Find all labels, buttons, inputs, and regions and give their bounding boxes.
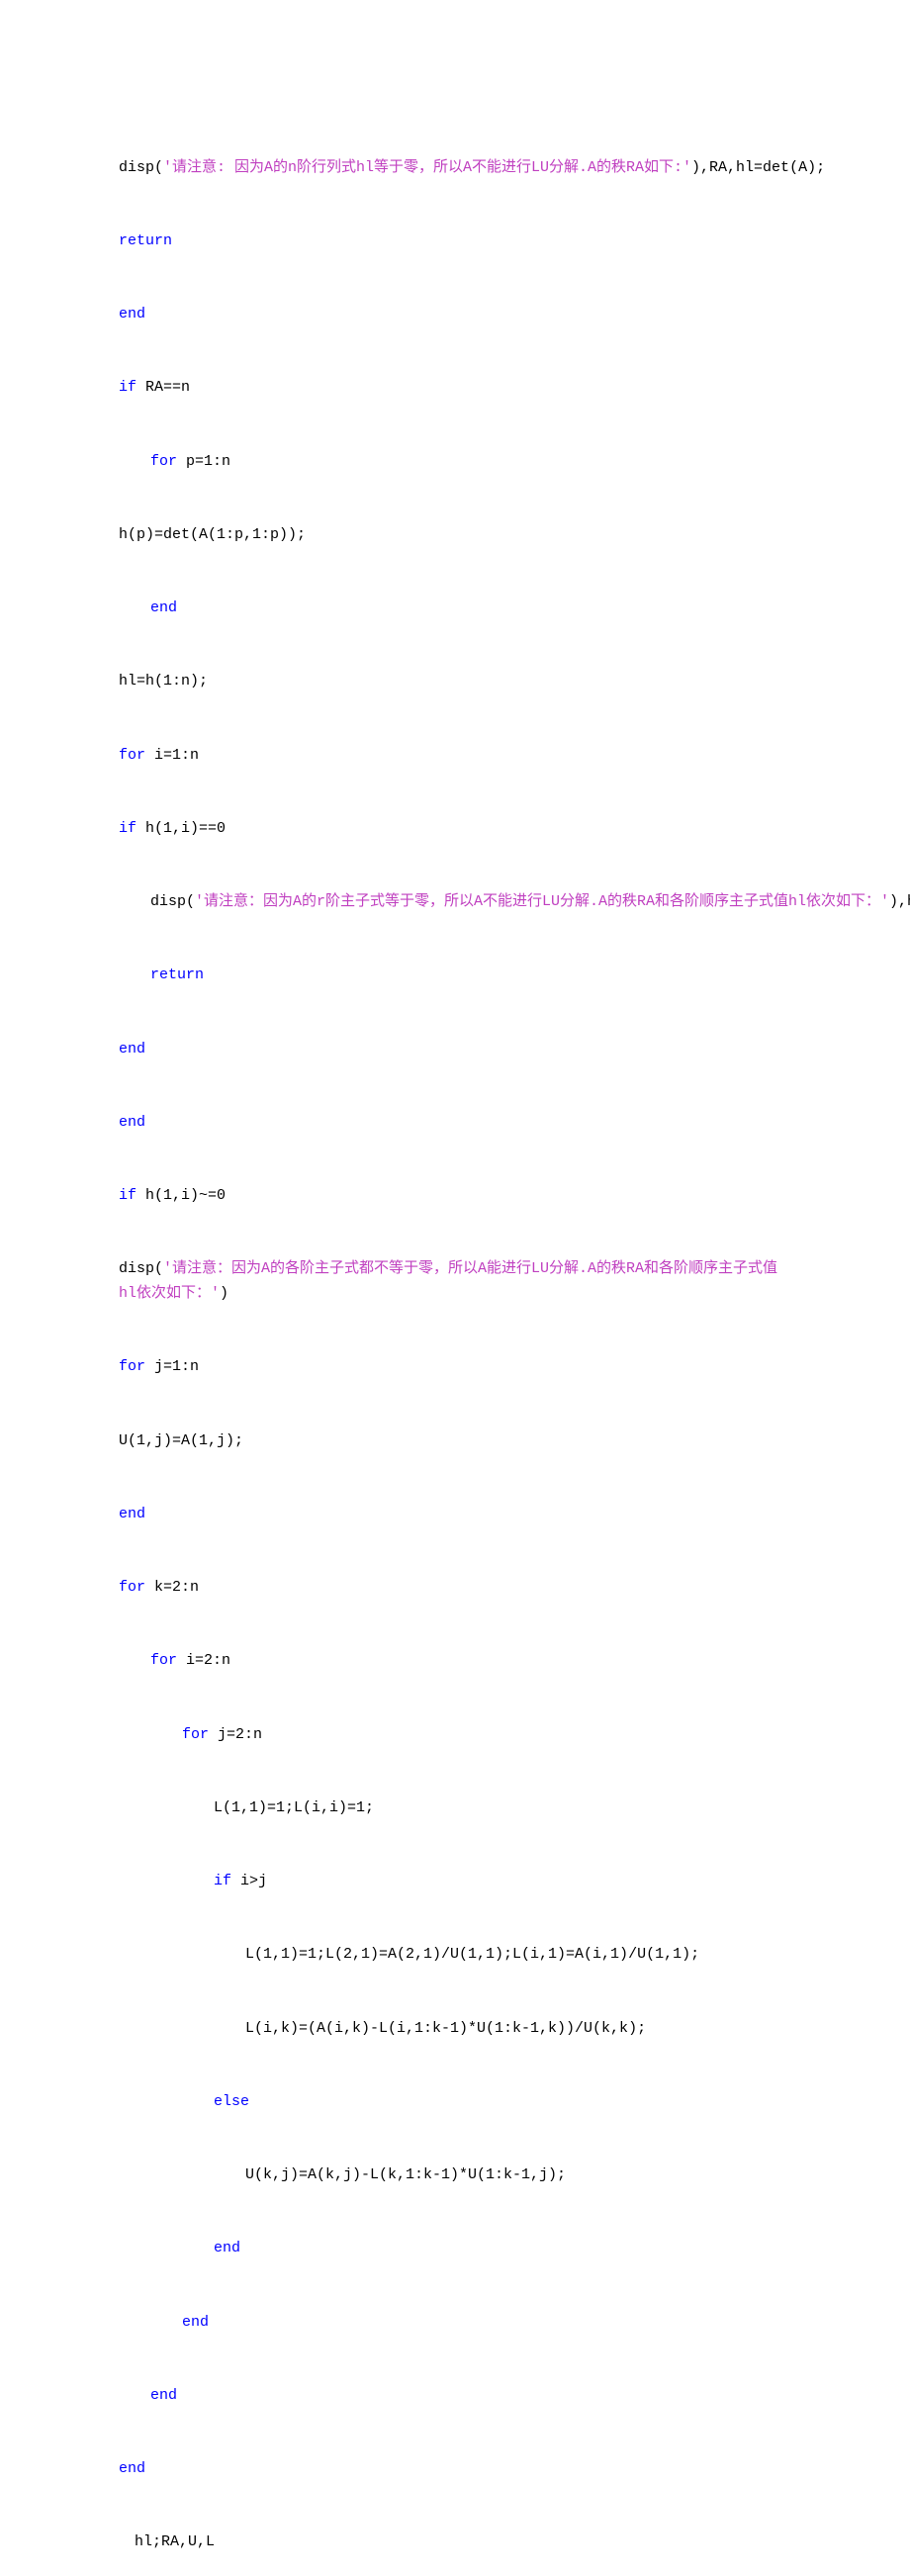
code-line: U(1,j)=A(1,j); [119,1429,791,1454]
code-line: return [119,230,791,254]
code-block: disp('请注意: 因为A的n阶行列式hl等于零，所以A不能进行LU分解.A的… [119,107,791,2576]
code-line: if RA==n [119,376,791,401]
code-line: else [119,2090,791,2115]
code-line: end [119,2311,791,2336]
code-line: disp('请注意：因为A的各阶主子式都不等于零，所以A能进行LU分解.A的秩R… [119,1257,791,1307]
code-line: for i=1:n [119,744,791,769]
code-line: for j=1:n [119,1355,791,1380]
code-line: L(i,k)=(A(i,k)-L(i,1:k-1)*U(1:k-1,k))/U(… [119,2017,791,2042]
code-line: U(k,j)=A(k,j)-L(k,1:k-1)*U(1:k-1,j); [119,2163,791,2188]
code-line: hl=h(1:n); [119,670,791,694]
code-line: end [119,1038,791,1062]
code-line: for p=1:n [119,450,791,475]
code-line: if i>j [119,1870,791,1894]
code-line: end [119,1111,791,1136]
document-page: disp('请注意: 因为A的n阶行列式hl等于零，所以A不能进行LU分解.A的… [0,0,910,2576]
code-line: return [119,964,791,988]
code-line: end [119,1503,791,1527]
code-line: end [119,303,791,327]
code-line: h(p)=det(A(1:p,1:p)); [119,523,791,548]
code-line: disp('请注意：因为A的r阶主子式等于零，所以A不能进行LU分解.A的秩RA… [119,890,791,915]
code-line: for j=2:n [119,1723,791,1748]
code-line: disp('请注意: 因为A的n阶行列式hl等于零，所以A不能进行LU分解.A的… [119,156,791,181]
code-line: end [119,2384,791,2409]
code-line: for k=2:n [119,1576,791,1601]
code-line: hl;RA,U,L [119,2530,791,2555]
code-line: if h(1,i)==0 [119,817,791,842]
code-line: end [119,2237,791,2261]
code-line: if h(1,i)~=0 [119,1184,791,1209]
code-line: for i=2:n [119,1649,791,1674]
code-line: L(1,1)=1;L(i,i)=1; [119,1796,791,1821]
code-line: end [119,597,791,621]
code-line: L(1,1)=1;L(2,1)=A(2,1)/U(1,1);L(i,1)=A(i… [119,1943,791,1968]
code-line: end [119,2457,791,2482]
